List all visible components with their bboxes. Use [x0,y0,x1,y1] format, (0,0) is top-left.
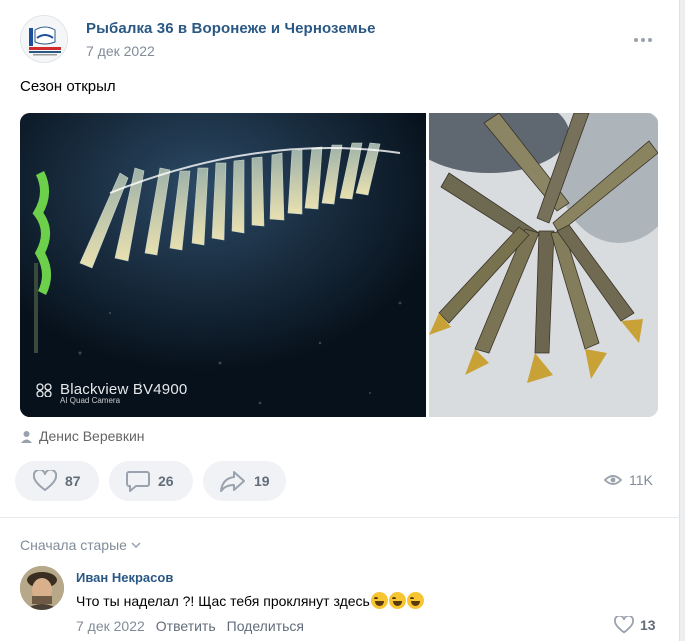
comment-icon [126,471,150,492]
comment-button[interactable]: 26 [109,461,193,501]
post-text: Сезон открыл [20,78,116,95]
camera-watermark: Blackview BV4900 AI Quad Camera [36,381,187,405]
comment-author-name[interactable]: Иван Некрасов [76,570,173,585]
laughing-emoji-icon [406,592,424,609]
laughing-emoji-icon [388,592,406,609]
sort-label: Сначала старые [20,537,127,553]
view-counter: 11K [604,472,653,488]
post-photo-fish-on-ice[interactable]: Blackview BV4900 AI Quad Camera [20,113,426,417]
view-count: 11K [629,472,653,488]
watermark-sub: AI Quad Camera [60,396,121,405]
comment-count: 26 [158,473,174,489]
group-avatar[interactable] [20,15,68,63]
share-button[interactable]: 19 [203,461,286,501]
laughing-emoji-icon [370,592,388,609]
camera-logo-icon [36,383,52,398]
user-icon [21,430,32,443]
divider [0,517,680,518]
post-card: Рыбалка 36 в Воронеже и Черноземье 7 дек… [0,0,680,641]
comment-author-avatar[interactable] [20,566,64,610]
comment-meta: 7 дек 2022 Ответить Поделиться [76,618,304,634]
comment-date[interactable]: 7 дек 2022 [76,618,145,634]
reply-link[interactable]: Ответить [156,618,216,634]
share-count: 19 [254,473,270,489]
like-button[interactable]: 87 [15,461,99,501]
share-icon [220,471,245,492]
comment-text-body: Что ты наделал ?! Щас тебя проклянут зде… [76,593,370,609]
comment-text: Что ты наделал ?! Щас тебя проклянут зде… [76,592,424,609]
more-icon[interactable] [628,30,658,50]
eye-icon [604,475,622,485]
post-photo-fish-in-bowl[interactable] [429,113,658,417]
comment-like-count: 13 [640,617,656,633]
post-author[interactable]: Денис Веревкин [20,428,145,444]
group-name-link[interactable]: Рыбалка 36 в Воронеже и Черноземье [86,20,376,37]
comment-like-button[interactable]: 13 [614,616,656,634]
post-date[interactable]: 7 дек 2022 [86,43,155,59]
comment-sort-dropdown[interactable]: Сначала старые [20,537,141,553]
heart-icon [33,470,57,491]
heart-icon [614,616,634,634]
like-count: 87 [65,473,81,489]
author-name: Денис Веревкин [39,428,145,444]
chevron-down-icon [131,542,141,548]
share-link[interactable]: Поделиться [227,618,304,634]
group-logo-icon [21,16,67,62]
